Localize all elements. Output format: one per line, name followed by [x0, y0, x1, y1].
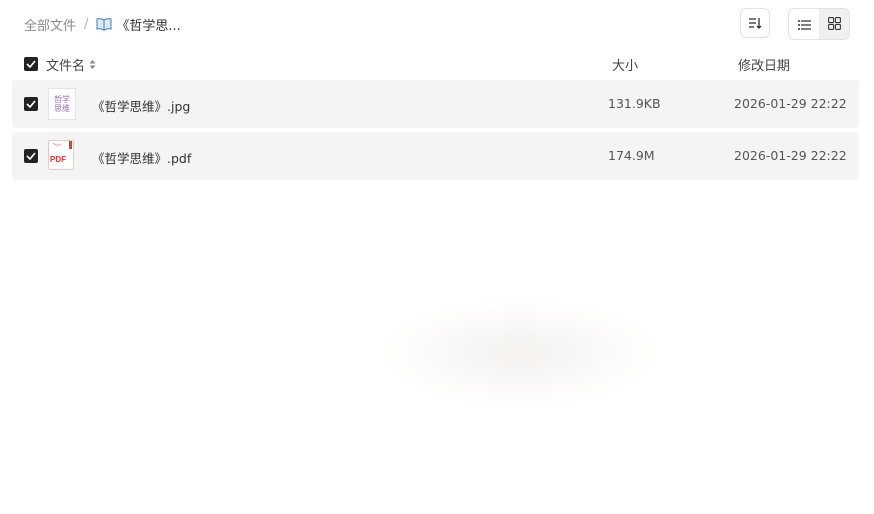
file-row[interactable]: PDF 《哲学思维》.pdf 174.9M 2026-01-29 22:22: [12, 132, 859, 180]
select-all-checkbox[interactable]: [24, 57, 38, 71]
pdf-file-icon: PDF: [48, 140, 76, 172]
grid-view-icon: [827, 15, 841, 34]
image-thumbnail: 哲学 思维: [48, 88, 76, 120]
check-icon: [26, 60, 36, 68]
list-view-button[interactable]: [789, 9, 819, 39]
file-row[interactable]: 哲学 思维 《哲学思维》.jpg 131.9KB 2026-01-29 22:2…: [12, 80, 859, 128]
file-date: 2026-01-29 22:22: [734, 96, 847, 111]
column-header-name-label: 文件名: [46, 59, 86, 74]
thumbnail-text: 哲学: [54, 95, 70, 104]
thumbnail-text: 思维: [54, 104, 70, 113]
file-name[interactable]: 《哲学思维》.pdf: [92, 148, 191, 167]
pdf-label: PDF: [50, 155, 66, 164]
file-name[interactable]: 《哲学思维》.jpg: [92, 96, 190, 115]
column-header-name[interactable]: 文件名: [46, 55, 96, 74]
breadcrumb: 全部文件 / 《哲学思...: [24, 14, 181, 34]
sort-icon: [748, 14, 762, 33]
background-glow: [380, 298, 660, 408]
file-list-header: 文件名 大小 修改日期: [12, 52, 859, 76]
book-icon: [96, 17, 112, 31]
check-icon: [26, 100, 36, 108]
file-checkbox[interactable]: [24, 149, 38, 163]
file-size: 174.9M: [608, 148, 655, 163]
column-header-date[interactable]: 修改日期: [738, 55, 790, 74]
file-browser: 全部文件 / 《哲学思... 文件名 大小 修改日期 哲学 思维 《哲学思维》.…: [0, 0, 874, 514]
view-toggle: [788, 8, 850, 40]
pdf-corner-icon: [52, 141, 72, 149]
grid-view-button[interactable]: [819, 9, 849, 39]
breadcrumb-root-link[interactable]: 全部文件: [24, 15, 76, 34]
sort-caret-icon: [89, 59, 96, 70]
file-checkbox[interactable]: [24, 97, 38, 111]
list-view-icon: [797, 15, 811, 34]
file-size: 131.9KB: [608, 96, 661, 111]
check-icon: [26, 152, 36, 160]
file-date: 2026-01-29 22:22: [734, 148, 847, 163]
column-header-size[interactable]: 大小: [612, 55, 638, 74]
breadcrumb-current: 《哲学思...: [116, 18, 181, 34]
breadcrumb-separator: /: [84, 16, 89, 32]
sort-button[interactable]: [740, 8, 770, 38]
